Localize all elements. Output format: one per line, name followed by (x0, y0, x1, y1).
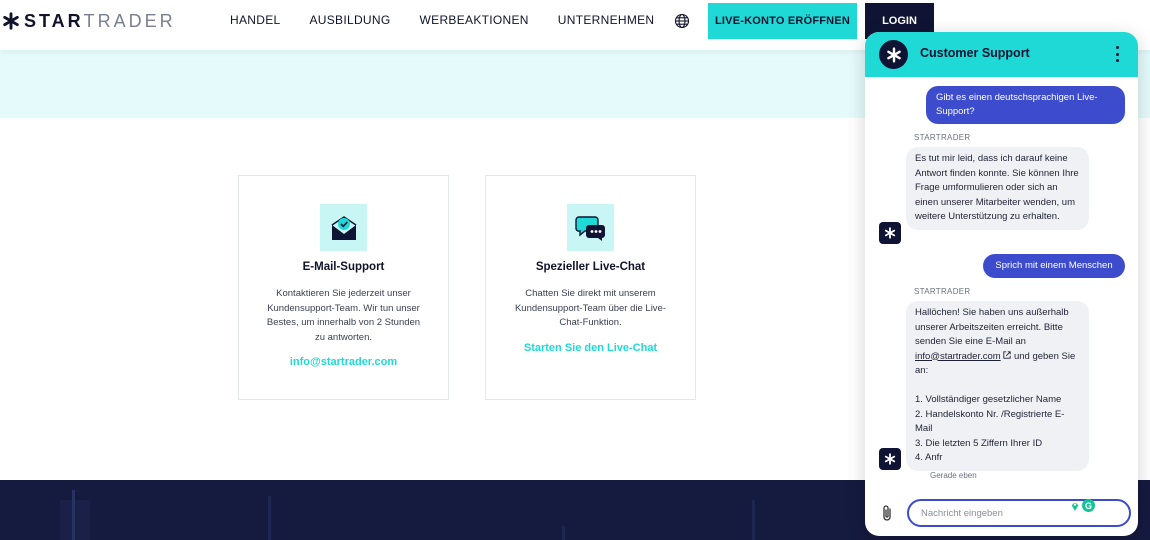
bot-message: Hallöchen! Sie haben uns außerhalb unser… (906, 301, 1089, 471)
decorative-line (562, 526, 565, 540)
globe-icon[interactable] (674, 13, 690, 29)
open-live-account-button[interactable]: LIVE-KONTO ERÖFFNEN (708, 3, 857, 39)
chat-composer: G (865, 498, 1138, 536)
card-description: Kontaktieren Sie jederzeit unser Kundens… (266, 288, 421, 343)
list-item: 3. Die letzten 5 Ziffern Ihrer ID (915, 437, 1043, 449)
email-support-card: E-Mail-Support Kontaktieren Sie jederzei… (238, 175, 449, 400)
location-pin-icon (1072, 503, 1078, 511)
paperclip-icon[interactable] (880, 504, 894, 522)
list-item: 4. Anfr (915, 452, 943, 463)
card-title: E-Mail-Support (302, 261, 385, 273)
bot-avatar (879, 222, 901, 244)
message-sender: STARTRADER (914, 133, 971, 142)
nav-item-ausbildung[interactable]: AUSBILDUNG (309, 13, 390, 27)
nav-item-handel[interactable]: HANDEL (230, 13, 280, 27)
chat-email-link[interactable]: info@startrader.com (915, 351, 1001, 362)
star-logo-icon (884, 227, 896, 239)
support-email-link[interactable]: info@startrader.com (239, 356, 448, 368)
star-logo-icon (884, 453, 896, 465)
chat-bubbles-icon (574, 215, 605, 241)
list-item: 1. Vollständiger gesetzlicher Name (915, 394, 1062, 405)
more-options-icon[interactable] (1114, 46, 1120, 62)
main-nav: HANDEL AUSBILDUNG WERBEAKTIONEN UNTERNEH… (230, 13, 683, 27)
chat-avatar (879, 40, 908, 69)
chat-title: Customer Support (920, 46, 1030, 60)
message-timestamp: Gerade eben (930, 471, 977, 480)
decorative-line (752, 500, 755, 540)
star-logo-icon (3, 12, 19, 30)
live-chat-card: Spezieller Live-Chat Chatten Sie direkt … (485, 175, 696, 400)
bot-avatar (879, 448, 901, 470)
bot-message: Es tut mir leid, dass ich darauf keine A… (906, 147, 1089, 230)
nav-item-werbeaktionen[interactable]: WERBEAKTIONEN (420, 13, 529, 27)
decorative-line (268, 496, 271, 540)
chat-header: Customer Support (865, 32, 1138, 77)
external-link-icon (1003, 350, 1011, 359)
user-message: Gibt es einen deutschsprachigen Live-Sup… (926, 86, 1125, 124)
nav-item-unternehmen[interactable]: UNTERNEHMEN (558, 13, 655, 27)
grammarly-icon[interactable]: G (1082, 499, 1095, 512)
decorative-line (72, 490, 75, 540)
support-chat-widget: Customer Support Gibt es einen deutschsp… (865, 32, 1138, 536)
list-item: 2. Handelskonto Nr. /Registrierte E-Mail (915, 408, 1065, 435)
startrader-logo[interactable]: STARTRADER (2, 10, 176, 32)
bot-message-intro: Hallöchen! Sie haben uns außerhalb unser… (915, 307, 1069, 347)
card-description: Chatten Sie direkt mit unserem Kundensup… (514, 288, 667, 328)
envelope-check-icon (331, 215, 356, 240)
card-title: Spezieller Live-Chat (535, 261, 646, 273)
logo-text-bold: STAR (24, 10, 84, 31)
logo-text-light: TRADER (83, 10, 176, 31)
start-live-chat-link[interactable]: Starten Sie den Live-Chat (486, 342, 695, 354)
star-logo-icon (886, 46, 901, 63)
user-message: Sprich mit einem Menschen (983, 254, 1125, 278)
chat-message-input[interactable] (907, 499, 1131, 527)
message-sender: STARTRADER (914, 287, 971, 296)
decorative-pillar (60, 500, 90, 540)
